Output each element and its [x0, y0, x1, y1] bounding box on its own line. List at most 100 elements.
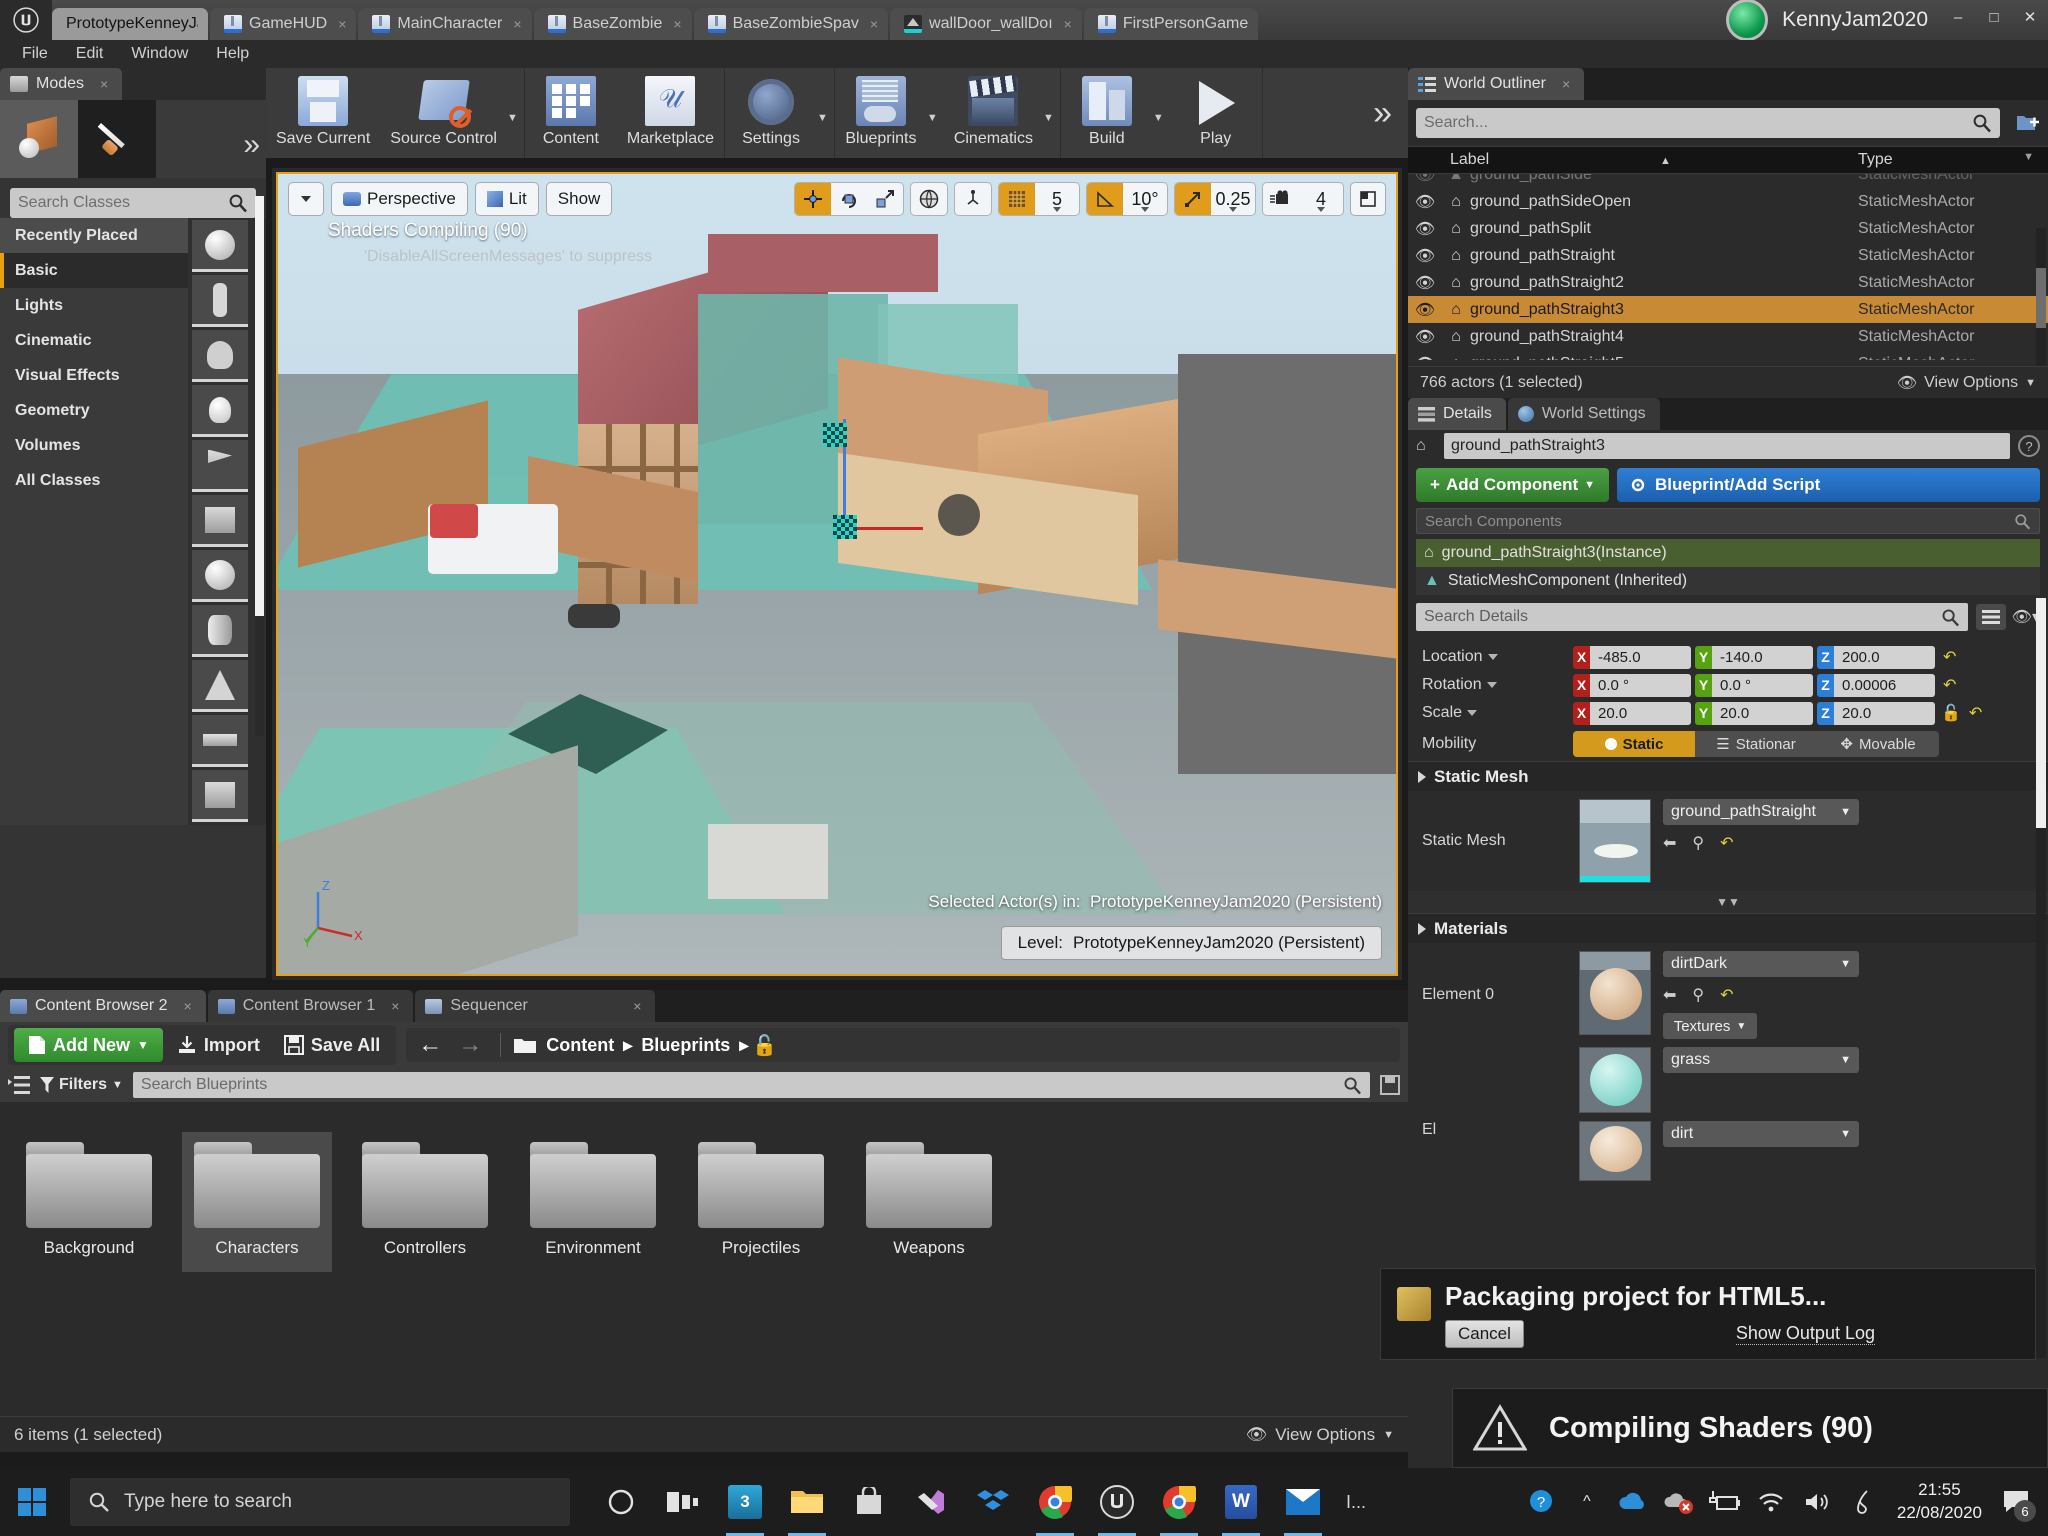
mobility-static-button[interactable]: Static: [1573, 731, 1695, 757]
location-x-field[interactable]: X -485.0: [1573, 645, 1691, 669]
content-view-options-button[interactable]: 👁 View Options ▼: [1246, 1425, 1394, 1445]
folder-item-weapons[interactable]: Weapons: [854, 1132, 1004, 1272]
revert-rotation-icon[interactable]: ↶: [1943, 675, 1956, 695]
level-viewport[interactable]: Perspective Lit Show 5 10° 0.25 4 Shader…: [276, 172, 1398, 976]
mode-place-button[interactable]: [0, 100, 78, 178]
scale-x-field[interactable]: X 20.0: [1573, 701, 1691, 725]
cortana-icon[interactable]: [592, 1468, 650, 1536]
sources-panel-icon[interactable]: [8, 1076, 30, 1094]
blueprint-add-script-button[interactable]: Blueprint/Add Script: [1617, 468, 2040, 502]
table-row[interactable]: 👁 ⌂ ground_pathStraight StaticMeshActor: [1408, 242, 2048, 269]
show-output-log-link[interactable]: Show Output Log: [1735, 1323, 1875, 1345]
lock-icon[interactable]: 🔓: [752, 1033, 785, 1058]
asset-thumb-sphere2[interactable]: [192, 550, 248, 602]
tab-basezombiespawner[interactable]: BaseZombieSpav ×: [693, 8, 889, 40]
help-support-icon[interactable]: ?: [1519, 1468, 1563, 1536]
asset-thumb-cone[interactable]: [192, 660, 248, 712]
breadcrumb-blueprints[interactable]: Blueprints: [641, 1035, 730, 1056]
category-lights[interactable]: Lights: [0, 288, 188, 323]
visibility-eye-icon[interactable]: 👁: [1408, 246, 1442, 266]
toolbar-overflow-icon[interactable]: »: [1373, 94, 1408, 133]
column-options-icon[interactable]: ▼: [2023, 151, 2048, 163]
outliner-scrollbar[interactable]: [2036, 228, 2046, 378]
tab-basezombie[interactable]: BaseZombie ×: [533, 8, 692, 40]
category-visual-effects[interactable]: Visual Effects: [0, 358, 188, 393]
close-icon[interactable]: ×: [1562, 76, 1570, 92]
source-control-dropdown-icon[interactable]: ▼: [507, 68, 524, 158]
mode-paint-button[interactable]: [78, 100, 156, 178]
marketplace-button[interactable]: Marketplace: [617, 68, 724, 158]
folder-item-controllers[interactable]: Controllers: [350, 1132, 500, 1272]
static-mesh-asset-dropdown[interactable]: ground_pathStraight ▼: [1663, 799, 1859, 825]
static-mesh-section-header[interactable]: Static Mesh: [1408, 761, 2048, 791]
viewport-lit-button[interactable]: Lit: [474, 182, 539, 216]
wifi-icon[interactable]: [1749, 1468, 1793, 1536]
rotation-snap-toggle[interactable]: [1087, 183, 1123, 215]
viewport-options-button[interactable]: [288, 182, 324, 216]
filters-button[interactable]: Filters ▼: [40, 1076, 123, 1094]
tab-firstpersongamemode[interactable]: FirstPersonGame: [1083, 8, 1259, 40]
asset-thumb-light[interactable]: [192, 385, 248, 437]
close-icon[interactable]: ×: [633, 998, 641, 1014]
close-icon[interactable]: ×: [870, 16, 878, 32]
mail-icon[interactable]: [1274, 1468, 1332, 1536]
outliner-col-type[interactable]: Type ▼: [1858, 151, 2048, 169]
outliner-search-input[interactable]: [1424, 114, 1972, 132]
translate-mode-button[interactable]: [795, 183, 831, 215]
camera-speed-icon[interactable]: [1263, 183, 1299, 215]
tab-walldoor[interactable]: wallDoor_wallDoı ×: [890, 8, 1082, 40]
blueprints-button[interactable]: Blueprints: [835, 68, 927, 158]
use-selected-asset-icon[interactable]: ⬅: [1663, 985, 1676, 1005]
content-search-field[interactable]: Search Blueprints: [132, 1072, 1370, 1098]
volume-icon[interactable]: [1795, 1468, 1839, 1536]
element1-thumbnail[interactable]: [1579, 1047, 1651, 1113]
tab-project[interactable]: PrototypeKenneyJar: [52, 8, 208, 40]
table-row[interactable]: 👁 ⌂ ground_pathStraight5 StaticMeshActor: [1408, 350, 2048, 361]
task-view-icon[interactable]: [654, 1468, 712, 1536]
file-explorer-icon[interactable]: [778, 1468, 836, 1536]
search-classes-field[interactable]: [10, 188, 256, 218]
onedrive-error-icon[interactable]: [1657, 1468, 1701, 1536]
new-folder-icon[interactable]: [2008, 112, 2048, 134]
save-current-button[interactable]: Save Current: [266, 68, 380, 158]
save-search-icon[interactable]: [1380, 1075, 1400, 1095]
taskbar-search-field[interactable]: Type here to search: [70, 1478, 570, 1526]
search-classes-input[interactable]: [18, 194, 228, 212]
build-dropdown-icon[interactable]: ▼: [1153, 68, 1170, 158]
scale-snap-value[interactable]: 0.25: [1211, 183, 1255, 215]
save-all-button[interactable]: Save All: [274, 1028, 390, 1062]
viewport-perspective-button[interactable]: Perspective: [331, 182, 468, 216]
menu-edit[interactable]: Edit: [64, 42, 116, 66]
mobility-movable-button[interactable]: ✥ Movable: [1817, 731, 1939, 757]
visual-studio-icon[interactable]: [902, 1468, 960, 1536]
category-all-classes[interactable]: All Classes: [0, 463, 188, 498]
close-icon[interactable]: ×: [1064, 16, 1072, 32]
tab-modes[interactable]: Modes ×: [0, 68, 123, 100]
static-mesh-thumbnail[interactable]: [1579, 799, 1651, 883]
scale-label[interactable]: Scale: [1408, 704, 1573, 722]
action-center-button[interactable]: 6: [1994, 1468, 2038, 1536]
play-button[interactable]: Play: [1170, 68, 1262, 158]
menu-window[interactable]: Window: [119, 42, 200, 66]
category-basic[interactable]: Basic: [0, 253, 188, 288]
table-row[interactable]: 👁 ⌂ ground_pathSideOpen StaticMeshActor: [1408, 188, 2048, 215]
selection-gizmo[interactable]: [823, 419, 923, 549]
revert-location-icon[interactable]: ↶: [1943, 647, 1956, 667]
scale-snap-toggle[interactable]: [1175, 183, 1211, 215]
maximize-viewport-button[interactable]: [1350, 182, 1386, 216]
blueprints-dropdown-icon[interactable]: ▼: [927, 68, 944, 158]
component-row-instance[interactable]: ⌂ ground_pathStraight3(Instance): [1416, 539, 2040, 567]
show-hidden-icons-icon[interactable]: ^: [1565, 1468, 1609, 1536]
rotate-mode-button[interactable]: [831, 183, 867, 215]
forward-icon[interactable]: →: [452, 1031, 488, 1059]
asset-thumb-box2[interactable]: [192, 770, 248, 822]
close-icon[interactable]: ×: [338, 16, 346, 32]
location-z-field[interactable]: Z 200.0: [1817, 645, 1935, 669]
settings-dropdown-icon[interactable]: ▼: [817, 68, 834, 158]
menu-file[interactable]: File: [10, 42, 60, 66]
help-icon[interactable]: ?: [2018, 435, 2040, 457]
camera-speed-value[interactable]: 4: [1299, 183, 1343, 215]
modes-expand-icon[interactable]: »: [243, 128, 260, 162]
grid-snap-toggle[interactable]: [999, 183, 1035, 215]
world-space-button[interactable]: [911, 183, 947, 215]
